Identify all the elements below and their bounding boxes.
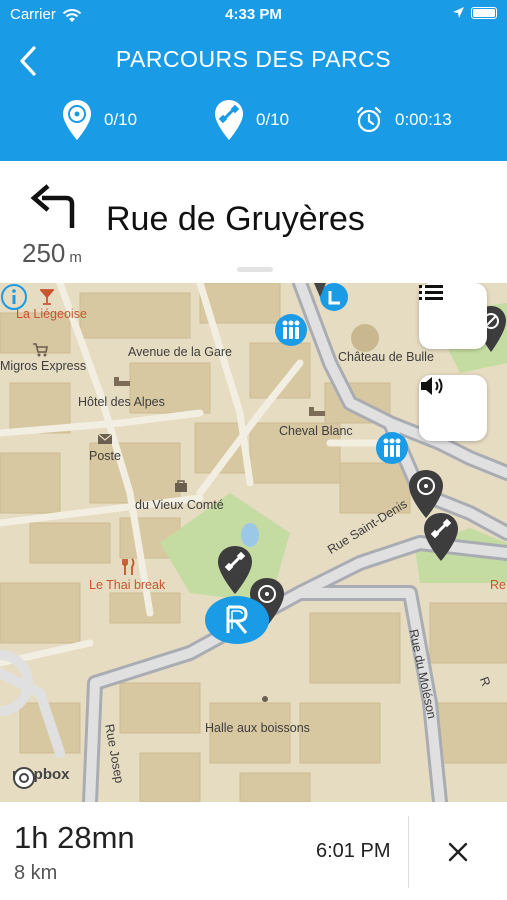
dumbbell-marker-icon-2[interactable]	[217, 545, 253, 595]
label-chateau: Château de Bulle	[338, 350, 434, 364]
label-thai-break: Le Thai break	[89, 578, 166, 592]
wifi-icon	[62, 9, 82, 22]
trip-duration: 1h 28mn	[14, 820, 135, 855]
divider	[408, 816, 409, 888]
hotel-bed-icon-2	[309, 407, 325, 416]
shopping-cart-icon	[33, 343, 48, 357]
drag-handle[interactable]	[237, 267, 273, 272]
turn-distance: 250 m	[22, 238, 82, 269]
sound-button[interactable]	[419, 375, 487, 441]
turn-distance-value: 250	[22, 238, 66, 268]
mapbox-attribution[interactable]: mapbox	[12, 766, 70, 789]
mapbox-logo-icon	[13, 767, 35, 789]
hotel-bed-icon	[114, 377, 130, 386]
turn-distance-unit: m	[69, 249, 82, 266]
label-edge-re: Re	[490, 578, 506, 592]
label-vieux-comte: du Vieux Comté	[135, 498, 224, 512]
accessibility-poi-icon[interactable]	[312, 283, 352, 313]
battery-icon	[471, 6, 497, 19]
discovered-count: 0/10	[256, 110, 290, 129]
list-button[interactable]	[419, 283, 487, 349]
location-arrow-icon	[453, 7, 464, 18]
label-avenue-gare: Avenue de la Gare	[128, 345, 233, 359]
label-halle-boissons: Halle aux boissons	[205, 721, 310, 735]
mail-envelope-icon	[97, 433, 113, 444]
user-location-icon	[205, 596, 269, 644]
page-title: PARCOURS DES PARCS	[115, 46, 392, 72]
street-name: Rue de Gruyères	[106, 200, 365, 238]
info-icon[interactable]	[0, 283, 28, 311]
trip-distance: 8 km	[14, 862, 58, 884]
shopping-bag-icon	[175, 480, 187, 492]
label-cheval-blanc: Cheval Blanc	[279, 424, 353, 438]
stats-row: 0/10 0/10 0:00:13	[0, 98, 507, 144]
list-icon	[419, 285, 443, 300]
restaurant-icon	[122, 558, 135, 575]
dumbbell-marker-icon[interactable]	[423, 512, 459, 562]
label-hotel-alpes: Hôtel des Alpes	[78, 395, 165, 409]
dumbbell-pin-icon	[215, 100, 243, 140]
ferris-wheel-pin-icon	[63, 100, 91, 140]
visited-count: 0/10	[104, 110, 138, 129]
poi-dot-icon	[262, 696, 268, 702]
cocktail-icon	[40, 289, 54, 305]
stat-discovered: 0/10	[214, 98, 289, 142]
speaker-icon	[421, 377, 443, 395]
stat-elapsed: 0:00:13	[355, 106, 452, 134]
header-bar: Carrier 4:33 PM PARCOURS DES PARCS 0/10	[0, 0, 507, 161]
stat-visited: 0/10	[62, 98, 137, 142]
close-button[interactable]	[444, 838, 472, 866]
label-poste: Poste	[89, 449, 121, 463]
elapsed-time: 0:00:13	[395, 110, 452, 129]
turn-left-arrow-icon	[30, 184, 75, 228]
family-poi-icon-2[interactable]	[375, 431, 409, 465]
map-view[interactable]: La Liégeoise Migros Express Avenue de la…	[0, 283, 507, 802]
arrival-time: 6:01 PM	[316, 840, 391, 862]
status-icons	[452, 6, 497, 19]
family-poi-icon[interactable]	[274, 313, 308, 347]
label-migros: Migros Express	[0, 359, 87, 373]
alarm-clock-icon	[356, 106, 382, 133]
